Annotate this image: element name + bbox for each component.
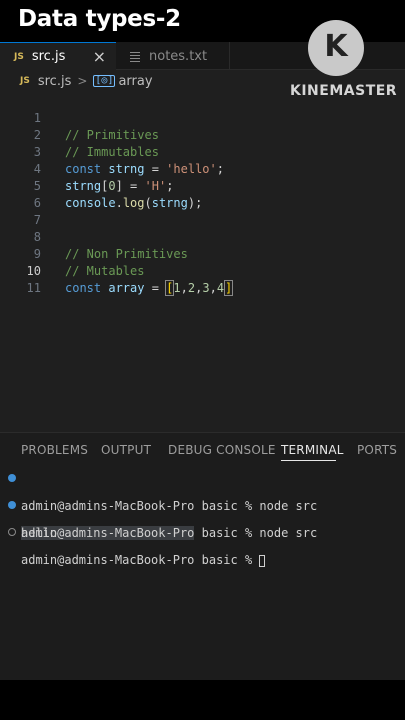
- javascript-file-icon: JS: [20, 76, 30, 86]
- javascript-file-icon: JS: [14, 51, 24, 62]
- tab-debug-console[interactable]: DEBUG CONSOLE: [168, 443, 276, 457]
- code-line: 7: [0, 195, 405, 227]
- video-bottom-bar: [0, 680, 405, 720]
- variable-symbol-icon: [◎]: [93, 75, 116, 87]
- tab-notes-txt[interactable]: notes.txt: [117, 42, 230, 70]
- code-line: 3 const strng = 'hello';: [0, 127, 405, 176]
- bottom-panel: PROBLEMS OUTPUT DEBUG CONSOLE TERMINAL P…: [0, 432, 405, 680]
- terminal-cursor: [259, 554, 266, 567]
- kinemaster-logo: K KINEMASTER: [290, 20, 398, 100]
- active-tab-indicator: [281, 460, 336, 461]
- text-file-icon: [129, 49, 141, 63]
- close-icon[interactable]: ×: [93, 47, 106, 66]
- terminal-line: admin@admins-MacBook-Pro basic % node sr…: [0, 471, 405, 513]
- tab-terminal[interactable]: TERMINAL: [281, 443, 344, 457]
- tab-ports[interactable]: PORTS: [357, 443, 397, 457]
- command-success-icon: [8, 501, 16, 509]
- command-success-icon: [8, 474, 16, 482]
- code-line: 5 console.log(strng);: [0, 161, 405, 210]
- code-line: 6: [0, 178, 405, 210]
- code-line: 9 // Mutables: [0, 229, 405, 278]
- kinemaster-logo-icon: K: [308, 20, 364, 76]
- breadcrumb-symbol[interactable]: array: [118, 74, 152, 89]
- terminal-line: admin@admins-MacBook-Pro basic % node sr…: [0, 498, 405, 540]
- line-number: 11: [26, 281, 41, 295]
- tab-label: src.js: [31, 49, 66, 64]
- tab-output[interactable]: OUTPUT: [101, 443, 151, 457]
- code-editor[interactable]: 1 // Primitives 2 // Immutables 3 const …: [0, 92, 405, 432]
- terminal-line[interactable]: admin@admins-MacBook-Pro basic %: [0, 525, 405, 567]
- terminal-output: hello: [21, 526, 58, 540]
- code-line-active: 10 const array = [1,2,3,4]: [0, 246, 405, 296]
- code-content: const array = [1,2,3,4]: [65, 280, 234, 296]
- code-line: 8 // Non Primitives: [0, 212, 405, 261]
- logo-text: KINEMASTER: [290, 83, 398, 99]
- panel-tabs: PROBLEMS OUTPUT DEBUG CONSOLE TERMINAL P…: [0, 433, 405, 467]
- command-pending-icon: [8, 528, 16, 536]
- code-line: 4 strng[0] = 'H';: [0, 144, 405, 193]
- breadcrumb-file[interactable]: src.js: [38, 74, 72, 89]
- code-line: 2 // Immutables: [0, 110, 405, 159]
- tab-src-js[interactable]: JS src.js ×: [0, 42, 116, 70]
- banner-title: Data types-2: [18, 6, 181, 32]
- chevron-right-icon: >: [77, 74, 88, 88]
- tab-problems[interactable]: PROBLEMS: [21, 443, 88, 457]
- tab-label: notes.txt: [149, 48, 208, 64]
- code-line: 11: [0, 263, 405, 295]
